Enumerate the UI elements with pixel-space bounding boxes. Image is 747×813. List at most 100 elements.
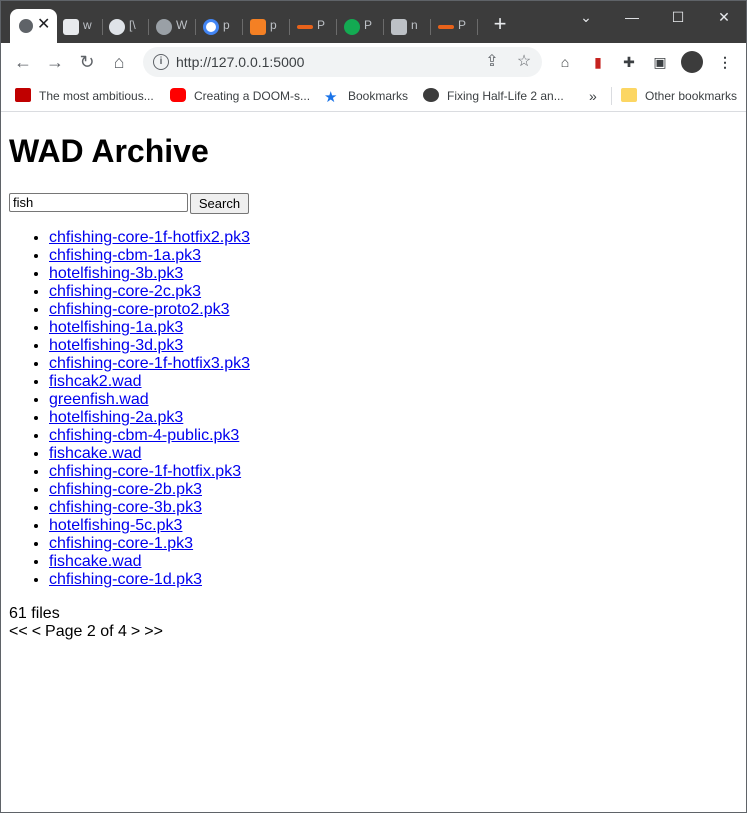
extensions-puzzle-icon[interactable]: ✚ [620, 53, 638, 71]
tab-active[interactable]: ✕ [10, 9, 57, 43]
bookmark-item[interactable]: Fixing Half-Life 2 an... [423, 87, 564, 105]
list-item: chfishing-cbm-1a.pk3 [49, 247, 250, 265]
first-page-link[interactable]: << [9, 623, 28, 640]
file-link[interactable]: chfishing-core-proto2.pk3 [49, 301, 230, 318]
file-link[interactable]: greenfish.wad [49, 391, 149, 408]
document-icon [391, 19, 407, 35]
bookmarks-bar: The most ambitious... Creating a DOOM-s.… [1, 81, 746, 112]
next-page-link[interactable]: > [131, 623, 140, 640]
file-link[interactable]: chfishing-cbm-4-public.pk3 [49, 427, 239, 444]
site-info-icon[interactable]: i [153, 54, 169, 70]
tab-title: P [317, 18, 326, 32]
file-link[interactable]: chfishing-core-1.pk3 [49, 535, 193, 552]
profile-avatar[interactable] [681, 51, 703, 73]
globe-icon [19, 19, 33, 33]
tab-7[interactable]: P [340, 9, 384, 43]
bookmark-extension-icon[interactable]: ▮ [589, 53, 607, 71]
toolbar: ← → ↻ ⌂ i http://127.0.0.1:5000 ⇪ ☆ ⌂ ▮ … [1, 43, 746, 81]
close-window-icon[interactable]: ✕ [701, 5, 747, 29]
halflife-icon [423, 88, 439, 102]
file-link[interactable]: chfishing-core-1f-hotfix2.pk3 [49, 229, 250, 246]
file-link[interactable]: chfishing-core-1f-hotfix3.pk3 [49, 355, 250, 372]
list-item: fishcake.wad [49, 445, 250, 463]
new-tab-button[interactable]: + [489, 13, 511, 35]
tab-6[interactable]: P [293, 9, 337, 43]
file-link[interactable]: chfishing-core-1f-hotfix.pk3 [49, 463, 241, 480]
tab-5[interactable]: p [246, 9, 290, 43]
list-item: hotelfishing-3b.pk3 [49, 265, 250, 283]
file-link[interactable]: chfishing-cbm-1a.pk3 [49, 247, 201, 264]
star-icon: ★ [324, 89, 338, 106]
tab-2[interactable]: [\ [105, 9, 149, 43]
minimize-icon[interactable]: — [609, 5, 655, 29]
stackoverflow-icon [250, 19, 266, 35]
other-bookmarks[interactable]: Other bookmarks [621, 87, 737, 105]
bookmark-item[interactable]: Creating a DOOM-s... [170, 87, 310, 105]
file-link[interactable]: chfishing-core-1d.pk3 [49, 571, 202, 588]
tab-search-icon[interactable]: ⌄ [563, 5, 609, 29]
tab-title: n [411, 18, 418, 32]
tab-separator [336, 19, 337, 35]
tab-1[interactable]: w [59, 9, 103, 43]
page-title: WAD Archive [9, 133, 209, 169]
tab-3[interactable]: W [152, 9, 196, 43]
side-panel-icon[interactable]: ▣ [651, 53, 669, 71]
file-link[interactable]: fishcake.wad [49, 445, 142, 462]
list-item: chfishing-core-1d.pk3 [49, 571, 250, 589]
file-link[interactable]: hotelfishing-5c.pk3 [49, 517, 182, 534]
tab-separator [430, 19, 431, 35]
forward-icon[interactable]: → [44, 51, 66, 73]
share-icon[interactable]: ⇪ [482, 52, 502, 72]
page-indicator: Page 2 of 4 [45, 623, 127, 640]
bookmark-star-icon[interactable]: ☆ [514, 52, 534, 72]
bookmark-item[interactable]: ★ Bookmarks [324, 87, 408, 105]
file-link[interactable]: fishcake.wad [49, 553, 142, 570]
tab-4[interactable]: p [199, 9, 243, 43]
file-link[interactable]: chfishing-core-2b.pk3 [49, 481, 202, 498]
reload-icon[interactable]: ↻ [76, 51, 98, 73]
google-icon [203, 19, 219, 35]
bookmark-label: Creating a DOOM-s... [194, 89, 311, 103]
list-item: hotelfishing-5c.pk3 [49, 517, 250, 535]
file-link[interactable]: hotelfishing-3d.pk3 [49, 337, 183, 354]
youtube-icon [170, 88, 186, 102]
bookmarks-overflow-button[interactable]: » [589, 87, 597, 105]
tab-title: w [83, 18, 92, 32]
file-link[interactable]: hotelfishing-2a.pk3 [49, 409, 183, 426]
tab-separator [289, 19, 290, 35]
bookmarks-separator [611, 87, 612, 105]
file-link[interactable]: hotelfishing-3b.pk3 [49, 265, 183, 282]
menu-icon[interactable]: ⋮ [716, 53, 734, 71]
page-content: WAD Archive Search chfishing-core-1f-hot… [1, 112, 746, 812]
close-tab-icon[interactable]: ✕ [37, 15, 50, 35]
tab-8[interactable]: n [387, 9, 431, 43]
file-link[interactable]: chfishing-core-2c.pk3 [49, 283, 201, 300]
tab-title: P [458, 18, 467, 32]
list-item: chfishing-core-1.pk3 [49, 535, 250, 553]
maximize-icon[interactable]: ☐ [655, 5, 701, 29]
file-link[interactable]: hotelfishing-1a.pk3 [49, 319, 183, 336]
pagination: << < Page 2 of 4 > >> [9, 623, 167, 641]
globe-icon [109, 19, 125, 35]
bookmark-item[interactable]: The most ambitious... [15, 87, 154, 105]
file-link[interactable]: chfishing-core-3b.pk3 [49, 499, 202, 516]
browser-window: ✕ w [\ W p p P P n P + ⌄ — ☐ ✕ ← → ↻ ⌂ i… [0, 0, 747, 813]
file-list: chfishing-core-1f-hotfix2.pk3 chfishing-… [9, 229, 250, 589]
list-item: chfishing-core-proto2.pk3 [49, 301, 250, 319]
search-button[interactable]: Search [190, 193, 249, 214]
folder-icon [621, 88, 637, 102]
prev-page-link[interactable]: < [32, 623, 41, 640]
list-item: chfishing-cbm-4-public.pk3 [49, 427, 250, 445]
file-link[interactable]: fishcak2.wad [49, 373, 142, 390]
tab-separator [148, 19, 149, 35]
url-text[interactable]: http://127.0.0.1:5000 [176, 54, 304, 70]
tab-9[interactable]: P [434, 9, 478, 43]
museum-extension-icon[interactable]: ⌂ [556, 53, 574, 71]
back-icon[interactable]: ← [12, 51, 34, 73]
last-page-link[interactable]: >> [144, 623, 163, 640]
list-item: fishcake.wad [49, 553, 250, 571]
search-input[interactable] [9, 193, 188, 212]
address-bar[interactable]: i http://127.0.0.1:5000 ⇪ ☆ [143, 47, 542, 77]
home-icon[interactable]: ⌂ [108, 51, 130, 73]
list-item: greenfish.wad [49, 391, 250, 409]
